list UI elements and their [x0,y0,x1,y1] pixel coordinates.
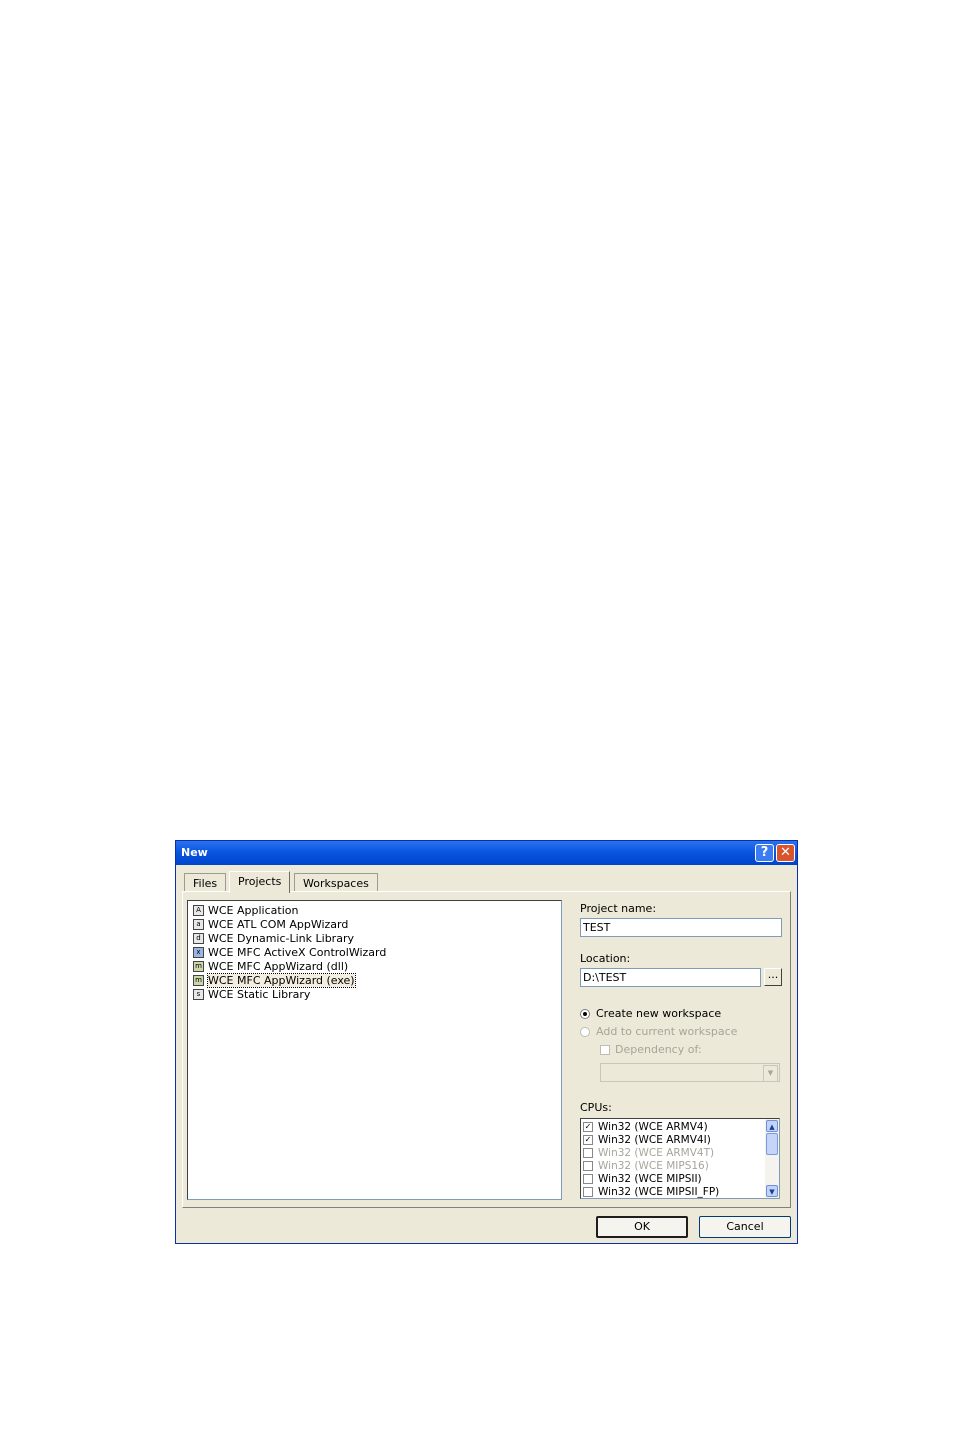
title-bar[interactable]: New ? ✕ [176,841,797,865]
dependency-checkbox: Dependency of: [600,1043,702,1056]
location-label: Location: [580,952,631,965]
add-to-workspace-radio: Add to current workspace [580,1025,737,1038]
cpu-label: Win32 (WCE ARMV4) [598,1120,708,1133]
list-item-label: WCE Application [208,903,299,917]
lib-icon: s [193,988,204,1000]
dialog-title: New [181,846,208,859]
cancel-button[interactable]: Cancel [699,1216,791,1238]
cpu-label: Win32 (WCE ARMV4T) [598,1146,715,1159]
dependency-label: Dependency of: [615,1043,702,1056]
scroll-up-icon[interactable]: ▲ [766,1120,778,1132]
dependency-combo: ▼ [600,1063,780,1082]
tab-projects[interactable]: Projects [229,871,291,893]
tab-workspaces[interactable]: Workspaces [294,873,378,892]
list-item[interactable]: m WCE MFC AppWizard (dll) [193,959,348,973]
checked-icon: ✓ [583,1121,593,1132]
radio-selected-icon [580,1008,590,1019]
create-new-workspace-radio[interactable]: Create new workspace [580,1007,721,1020]
project-name-input[interactable] [580,918,782,937]
cpu-item[interactable]: Win32 (WCE MIPSII_FP) [583,1185,719,1198]
add-to-workspace-label: Add to current workspace [596,1025,738,1038]
create-new-workspace-label: Create new workspace [596,1007,722,1020]
list-item-label: WCE MFC ActiveX ControlWizard [208,945,387,959]
scroll-down-icon[interactable]: ▼ [766,1185,778,1197]
new-dialog: New ? ✕ Files Projects Workspaces A WCE … [175,840,798,1244]
list-item[interactable]: a WCE ATL COM AppWizard [193,917,348,931]
close-button[interactable]: ✕ [776,844,795,862]
location-input[interactable] [580,968,761,987]
project-type-list[interactable]: A WCE Application a WCE ATL COM AppWizar… [187,900,562,1200]
ok-button[interactable]: OK [596,1216,688,1238]
tab-files[interactable]: Files [184,873,227,892]
checkbox-icon [583,1147,593,1158]
list-item-label: WCE MFC AppWizard (exe) [207,972,356,988]
list-item[interactable]: d WCE Dynamic-Link Library [193,931,354,945]
list-item[interactable]: A WCE Application [193,903,298,917]
browse-button[interactable]: ... [764,968,782,986]
cpu-item[interactable]: Win32 (WCE MIPSII) [583,1172,702,1185]
checkbox-icon [583,1186,593,1197]
checkbox-icon [583,1160,593,1171]
mfc-dll-icon: m [193,960,204,972]
cpu-label: Win32 (WCE MIPSII_FP) [598,1185,720,1198]
list-item-label: WCE Static Library [208,987,311,1001]
list-item[interactable]: x WCE MFC ActiveX ControlWizard [193,945,386,959]
checked-icon: ✓ [583,1134,593,1145]
cpu-item[interactable]: ✓ Win32 (WCE ARMV4I) [583,1133,711,1146]
cpu-item[interactable]: ✓ Win32 (WCE ARMV4) [583,1120,708,1133]
cpu-item[interactable]: Win32 (WCE ARMV4T) [583,1146,714,1159]
chevron-down-icon: ▼ [763,1065,778,1082]
project-name-label: Project name: [580,902,657,915]
list-item-label: WCE ATL COM AppWizard [208,917,349,931]
app-icon: A [193,904,204,916]
cpu-list[interactable]: ✓ Win32 (WCE ARMV4) ✓ Win32 (WCE ARMV4I)… [580,1118,780,1199]
cpu-label: Win32 (WCE MIPS16) [598,1159,709,1172]
cpu-label: Win32 (WCE MIPSII) [598,1172,702,1185]
atl-icon: a [193,918,204,930]
checkbox-icon [600,1044,610,1055]
dll-icon: d [193,932,204,944]
cpu-scrollbar[interactable]: ▲ ▼ [765,1119,779,1198]
checkbox-icon [583,1173,593,1184]
activex-icon: x [193,946,204,958]
list-item-label: WCE Dynamic-Link Library [208,931,354,945]
mfc-exe-icon: m [193,974,204,986]
cpus-label: CPUs: [580,1101,612,1114]
list-item[interactable]: s WCE Static Library [193,987,310,1001]
list-item-label: WCE MFC AppWizard (dll) [208,959,349,973]
radio-icon [580,1026,590,1037]
cpu-label: Win32 (WCE ARMV4I) [598,1133,711,1146]
help-button[interactable]: ? [755,844,774,862]
scroll-thumb[interactable] [766,1133,778,1155]
cpu-item[interactable]: Win32 (WCE MIPS16) [583,1159,709,1172]
list-item-selected[interactable]: m WCE MFC AppWizard (exe) [193,972,356,988]
